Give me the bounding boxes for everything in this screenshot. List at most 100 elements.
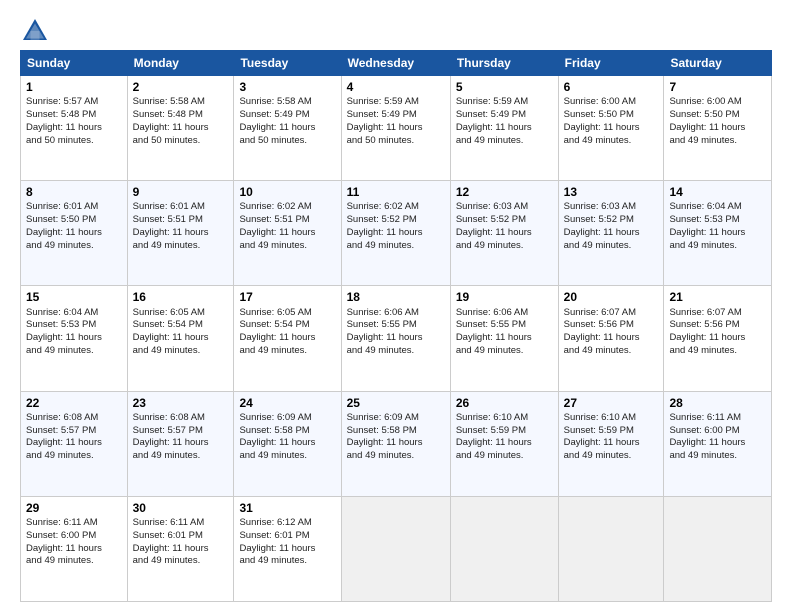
day-cell: 9Sunrise: 6:01 AM Sunset: 5:51 PM Daylig… [127, 181, 234, 286]
day-info: Sunrise: 6:02 AM Sunset: 5:51 PM Dayligh… [239, 201, 335, 252]
day-number: 16 [133, 289, 229, 305]
day-info: Sunrise: 6:05 AM Sunset: 5:54 PM Dayligh… [133, 307, 229, 358]
logo-icon [20, 16, 50, 46]
day-cell: 15 Sunrise: 6:04 AM Sunset: 5:53 PM Dayli… [21, 286, 128, 391]
day-info: Sunrise: 6:11 AM Sunset: 6:00 PM Dayligh… [669, 412, 766, 463]
day-number: 1 [26, 79, 122, 95]
logo [20, 16, 54, 46]
day-number: 18 [347, 289, 445, 305]
day-info: Sunrise: 6:09 AM Sunset: 5:58 PM Dayligh… [347, 412, 445, 463]
col-header-wednesday: Wednesday [341, 51, 450, 76]
day-cell [558, 496, 664, 601]
week-row-3: 15 Sunrise: 6:04 AM Sunset: 5:53 PM Dayli… [21, 286, 772, 391]
day-info: Sunrise: 6:00 AM Sunset: 5:50 PM Dayligh… [669, 96, 766, 147]
day-cell: 19Sunrise: 6:06 AM Sunset: 5:55 PM Dayli… [450, 286, 558, 391]
week-row-5: 29Sunrise: 6:11 AM Sunset: 6:00 PM Dayli… [21, 496, 772, 601]
day-info: Sunrise: 5:59 AM Sunset: 5:49 PM Dayligh… [347, 96, 445, 147]
day-info: Sunrise: 6:01 AM Sunset: 5:51 PM Dayligh… [133, 201, 229, 252]
col-header-tuesday: Tuesday [234, 51, 341, 76]
day-number: 5 [456, 79, 553, 95]
day-cell: 5Sunrise: 5:59 AM Sunset: 5:49 PM Daylig… [450, 76, 558, 181]
day-number: 24 [239, 395, 335, 411]
day-number: 8 [26, 184, 122, 200]
day-info: Sunrise: 5:59 AM Sunset: 5:49 PM Dayligh… [456, 96, 553, 147]
day-info: Sunrise: 6:00 AM Sunset: 5:50 PM Dayligh… [564, 96, 659, 147]
day-info: Sunrise: 6:04 AM Sunset: 5:53 PM Dayligh… [26, 307, 122, 358]
day-cell: 17Sunrise: 6:05 AM Sunset: 5:54 PM Dayli… [234, 286, 341, 391]
day-cell: 3Sunrise: 5:58 AM Sunset: 5:49 PM Daylig… [234, 76, 341, 181]
day-cell: 28Sunrise: 6:11 AM Sunset: 6:00 PM Dayli… [664, 391, 772, 496]
day-info: Sunrise: 6:06 AM Sunset: 5:55 PM Dayligh… [347, 307, 445, 358]
day-info: Sunrise: 6:07 AM Sunset: 5:56 PM Dayligh… [669, 307, 766, 358]
day-cell: 30Sunrise: 6:11 AM Sunset: 6:01 PM Dayli… [127, 496, 234, 601]
day-info: Sunrise: 6:11 AM Sunset: 6:00 PM Dayligh… [26, 517, 122, 568]
day-info: Sunrise: 6:11 AM Sunset: 6:01 PM Dayligh… [133, 517, 229, 568]
day-cell: 23Sunrise: 6:08 AM Sunset: 5:57 PM Dayli… [127, 391, 234, 496]
day-cell: 29Sunrise: 6:11 AM Sunset: 6:00 PM Dayli… [21, 496, 128, 601]
day-cell: 18 Sunrise: 6:06 AM Sunset: 5:55 PM Dayli… [341, 286, 450, 391]
day-cell: 6Sunrise: 6:00 AM Sunset: 5:50 PM Daylig… [558, 76, 664, 181]
col-header-saturday: Saturday [664, 51, 772, 76]
day-number: 9 [133, 184, 229, 200]
week-row-1: 1Sunrise: 5:57 AM Sunset: 5:48 PM Daylig… [21, 76, 772, 181]
day-number: 4 [347, 79, 445, 95]
day-number: 30 [133, 500, 229, 516]
day-cell: 2Sunrise: 5:58 AM Sunset: 5:48 PM Daylig… [127, 76, 234, 181]
day-cell: 7Sunrise: 6:00 AM Sunset: 5:50 PM Daylig… [664, 76, 772, 181]
day-number: 29 [26, 500, 122, 516]
day-info: Sunrise: 6:10 AM Sunset: 5:59 PM Dayligh… [456, 412, 553, 463]
day-cell [664, 496, 772, 601]
day-number: 31 [239, 500, 335, 516]
day-info: Sunrise: 6:12 AM Sunset: 6:01 PM Dayligh… [239, 517, 335, 568]
day-info: Sunrise: 6:09 AM Sunset: 5:58 PM Dayligh… [239, 412, 335, 463]
day-info: Sunrise: 6:02 AM Sunset: 5:52 PM Dayligh… [347, 201, 445, 252]
day-number: 13 [564, 184, 659, 200]
day-number: 21 [669, 289, 766, 305]
day-cell: 21 Sunrise: 6:07 AM Sunset: 5:56 PM Dayli… [664, 286, 772, 391]
day-number: 27 [564, 395, 659, 411]
calendar-table: SundayMondayTuesdayWednesdayThursdayFrid… [20, 50, 772, 602]
week-row-2: 8Sunrise: 6:01 AM Sunset: 5:50 PM Daylig… [21, 181, 772, 286]
day-cell: 10Sunrise: 6:02 AM Sunset: 5:51 PM Dayli… [234, 181, 341, 286]
col-header-sunday: Sunday [21, 51, 128, 76]
day-cell: 12Sunrise: 6:03 AM Sunset: 5:52 PM Dayli… [450, 181, 558, 286]
day-number: 12 [456, 184, 553, 200]
day-cell [450, 496, 558, 601]
day-number: 26 [456, 395, 553, 411]
day-info: Sunrise: 5:57 AM Sunset: 5:48 PM Dayligh… [26, 96, 122, 147]
day-info: Sunrise: 6:06 AM Sunset: 5:55 PM Dayligh… [456, 307, 553, 358]
day-cell: 4Sunrise: 5:59 AM Sunset: 5:49 PM Daylig… [341, 76, 450, 181]
day-cell: 24Sunrise: 6:09 AM Sunset: 5:58 PM Dayli… [234, 391, 341, 496]
day-number: 11 [347, 184, 445, 200]
day-cell: 27Sunrise: 6:10 AM Sunset: 5:59 PM Dayli… [558, 391, 664, 496]
day-cell: 8Sunrise: 6:01 AM Sunset: 5:50 PM Daylig… [21, 181, 128, 286]
day-cell [341, 496, 450, 601]
day-cell: 22Sunrise: 6:08 AM Sunset: 5:57 PM Dayli… [21, 391, 128, 496]
day-cell: 25Sunrise: 6:09 AM Sunset: 5:58 PM Dayli… [341, 391, 450, 496]
day-number: 15 [26, 289, 122, 305]
day-info: Sunrise: 6:04 AM Sunset: 5:53 PM Dayligh… [669, 201, 766, 252]
day-info: Sunrise: 6:10 AM Sunset: 5:59 PM Dayligh… [564, 412, 659, 463]
day-number: 25 [347, 395, 445, 411]
day-info: Sunrise: 5:58 AM Sunset: 5:48 PM Dayligh… [133, 96, 229, 147]
col-header-monday: Monday [127, 51, 234, 76]
day-info: Sunrise: 5:58 AM Sunset: 5:49 PM Dayligh… [239, 96, 335, 147]
day-cell: 11Sunrise: 6:02 AM Sunset: 5:52 PM Dayli… [341, 181, 450, 286]
day-cell: 13Sunrise: 6:03 AM Sunset: 5:52 PM Dayli… [558, 181, 664, 286]
day-number: 23 [133, 395, 229, 411]
day-cell: 14Sunrise: 6:04 AM Sunset: 5:53 PM Dayli… [664, 181, 772, 286]
day-info: Sunrise: 6:08 AM Sunset: 5:57 PM Dayligh… [26, 412, 122, 463]
day-info: Sunrise: 6:03 AM Sunset: 5:52 PM Dayligh… [456, 201, 553, 252]
page: SundayMondayTuesdayWednesdayThursdayFrid… [0, 0, 792, 612]
day-cell: 31Sunrise: 6:12 AM Sunset: 6:01 PM Dayli… [234, 496, 341, 601]
day-number: 22 [26, 395, 122, 411]
day-number: 3 [239, 79, 335, 95]
col-header-friday: Friday [558, 51, 664, 76]
day-cell: 26Sunrise: 6:10 AM Sunset: 5:59 PM Dayli… [450, 391, 558, 496]
day-number: 6 [564, 79, 659, 95]
day-number: 20 [564, 289, 659, 305]
day-cell: 1Sunrise: 5:57 AM Sunset: 5:48 PM Daylig… [21, 76, 128, 181]
day-number: 2 [133, 79, 229, 95]
day-info: Sunrise: 6:08 AM Sunset: 5:57 PM Dayligh… [133, 412, 229, 463]
day-info: Sunrise: 6:03 AM Sunset: 5:52 PM Dayligh… [564, 201, 659, 252]
